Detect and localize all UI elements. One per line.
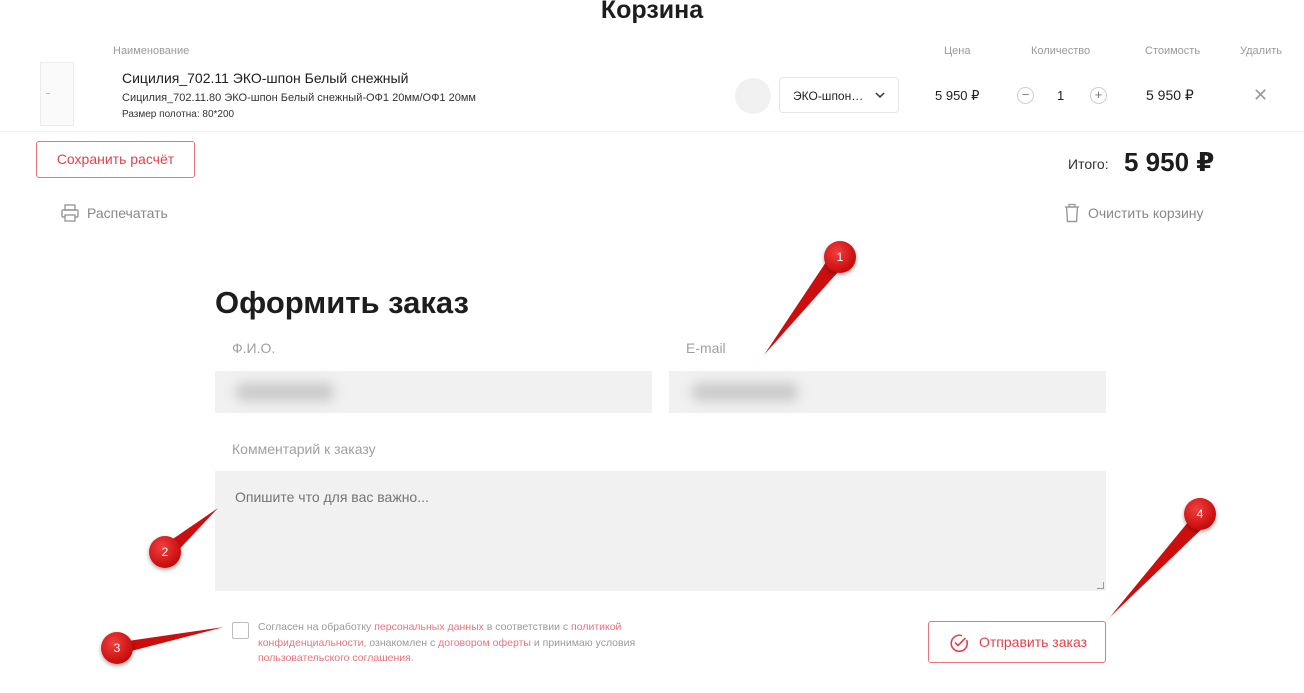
submit-order-button[interactable]: Отправить заказ bbox=[928, 621, 1106, 663]
column-header-price: Цена bbox=[944, 45, 971, 57]
annotation-marker-2: 2 bbox=[149, 536, 181, 568]
product-size: Размер полотна: 80*200 bbox=[122, 109, 235, 120]
annotation-marker-3: 3 bbox=[101, 632, 133, 664]
fio-input-value-blurred bbox=[235, 383, 335, 401]
variant-select-value: ЭКО-шпон… bbox=[793, 89, 864, 103]
item-price: 5 950 ₽ bbox=[935, 88, 980, 103]
product-sku: Сицилия_702.11.80 ЭКО-шпон Белый снежный… bbox=[122, 92, 476, 104]
total-label: Итого: bbox=[1068, 156, 1109, 172]
email-label: E-mail bbox=[686, 340, 726, 356]
save-calculation-button[interactable]: Сохранить расчёт bbox=[36, 141, 195, 178]
consent-text-part: . bbox=[410, 652, 414, 664]
column-header-cost: Стоимость bbox=[1145, 45, 1201, 57]
consent-text-part: Согласен на обработку bbox=[258, 621, 375, 633]
annotation-marker-1: 1 bbox=[824, 241, 856, 273]
quantity-value[interactable]: 1 bbox=[1057, 88, 1064, 103]
annotation-marker-4: 4 bbox=[1184, 498, 1216, 530]
clear-cart-link[interactable]: Очистить корзину bbox=[1063, 203, 1204, 226]
consent-text-part: , ознакомлен с bbox=[363, 636, 439, 649]
total-value: 5 950 ₽ bbox=[1124, 147, 1215, 177]
consent-checkbox[interactable] bbox=[232, 622, 249, 639]
print-link[interactable]: Распечатать bbox=[60, 203, 168, 226]
comment-textarea[interactable] bbox=[215, 471, 1106, 591]
column-header-quantity: Количество bbox=[1031, 45, 1091, 57]
fio-label: Ф.И.О. bbox=[232, 340, 276, 356]
comment-label: Комментарий к заказу bbox=[232, 441, 376, 457]
chevron-down-icon bbox=[874, 89, 886, 104]
resize-handle[interactable] bbox=[1097, 582, 1104, 589]
check-circle-icon bbox=[948, 632, 970, 657]
trash-icon bbox=[1063, 203, 1081, 226]
product-thumbnail[interactable] bbox=[40, 62, 74, 126]
column-header-name: Наименование bbox=[113, 45, 190, 57]
color-swatch bbox=[735, 78, 771, 114]
variant-select[interactable]: ЭКО-шпон… bbox=[779, 77, 899, 113]
email-input[interactable] bbox=[669, 371, 1106, 413]
consent-text-part: в соответствии с bbox=[483, 621, 572, 633]
email-input-value-blurred bbox=[691, 383, 799, 401]
user-agreement-link[interactable]: пользовательского соглашения bbox=[258, 652, 411, 664]
submit-order-label: Отправить заказ bbox=[979, 634, 1087, 650]
quantity-decrease-button[interactable]: − bbox=[1017, 87, 1034, 104]
personal-data-link[interactable]: персональных данных bbox=[374, 621, 484, 633]
offer-agreement-link[interactable]: договором оферты bbox=[438, 637, 531, 649]
print-label: Распечатать bbox=[87, 205, 168, 222]
close-icon[interactable]: ✕ bbox=[1253, 86, 1268, 104]
page-title: Корзина bbox=[600, 0, 704, 24]
printer-icon bbox=[60, 203, 80, 226]
column-header-remove: Удалить bbox=[1240, 45, 1282, 57]
quantity-increase-button[interactable]: + bbox=[1090, 87, 1107, 104]
consent-text: Согласен на обработку персональных данны… bbox=[258, 620, 678, 667]
product-name[interactable]: Сицилия_702.11 ЭКО-шпон Белый снежный bbox=[122, 70, 408, 86]
row-divider bbox=[0, 131, 1304, 132]
item-cost: 5 950 ₽ bbox=[1146, 87, 1194, 103]
consent-text-part: и принимаю условия bbox=[530, 636, 636, 649]
clear-cart-label: Очистить корзину bbox=[1088, 205, 1204, 222]
fio-input[interactable] bbox=[215, 371, 652, 413]
order-heading: Оформить заказ bbox=[215, 285, 469, 320]
